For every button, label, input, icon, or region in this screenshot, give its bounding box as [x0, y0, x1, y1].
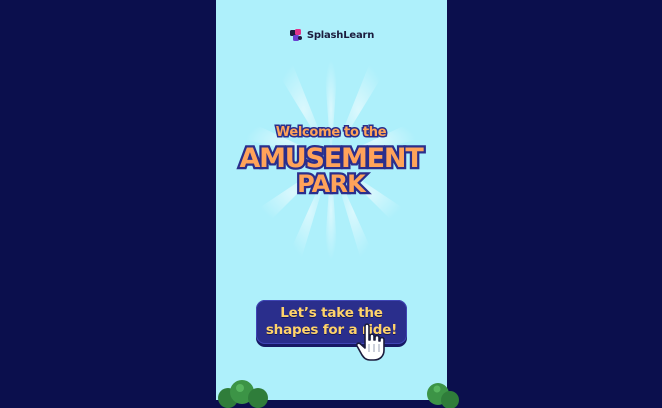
- hand-pointer-icon: [355, 323, 385, 361]
- splashlearn-logo-icon: [289, 29, 302, 41]
- take-ride-button-line-1: Let’s take the: [280, 305, 383, 321]
- title-line-3: PARK: [297, 170, 367, 198]
- brand-header: SplashLearn: [216, 27, 447, 46]
- title-line-1: Welcome to the: [276, 125, 387, 140]
- bush-icon: [218, 380, 268, 408]
- brand-name: SplashLearn: [306, 29, 375, 41]
- bush-icon: [427, 383, 459, 408]
- title-banner: Welcome to the AMUSEMENT PARK: [237, 124, 428, 201]
